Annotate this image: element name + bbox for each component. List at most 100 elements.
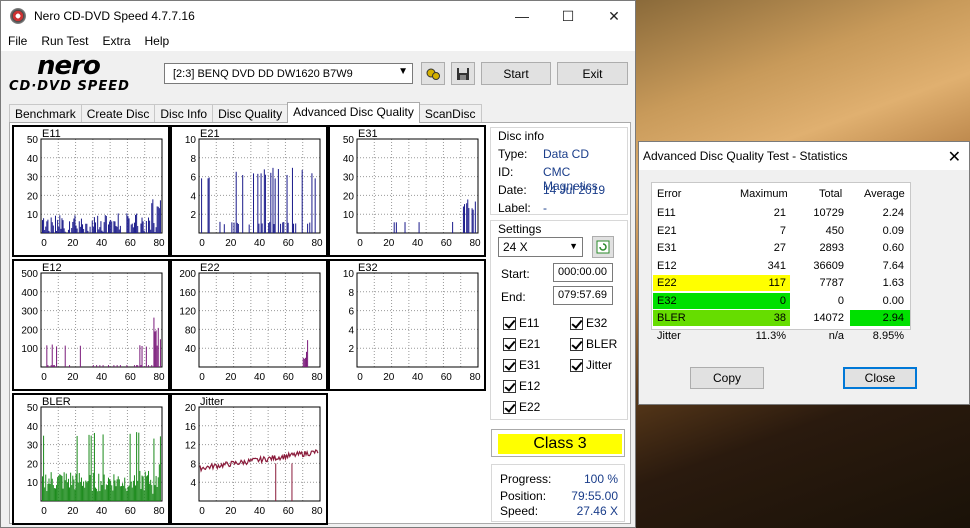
bar	[47, 483, 49, 501]
bar	[306, 351, 308, 367]
bar	[404, 222, 406, 233]
y-tick-label: 50	[27, 135, 39, 146]
bar	[257, 173, 259, 233]
bar	[132, 227, 134, 233]
menu-file[interactable]: File	[1, 34, 34, 48]
cell-avg: 1.63	[882, 277, 904, 289]
bar	[468, 208, 470, 233]
checkbox-jitter[interactable]: Jitter	[570, 358, 612, 372]
bar	[64, 480, 66, 501]
checkbox-e31[interactable]: E31	[503, 358, 540, 372]
menu-extra[interactable]: Extra	[95, 34, 137, 48]
bar	[242, 175, 244, 233]
bar	[119, 225, 121, 233]
checkbox-e32[interactable]: E32	[570, 316, 607, 330]
bar	[93, 217, 95, 233]
bar	[467, 199, 469, 233]
x-tick-label: 0	[199, 506, 205, 517]
bar	[54, 488, 56, 501]
cell-name: Jitter	[657, 329, 681, 342]
bar	[158, 464, 160, 501]
bar	[45, 226, 47, 233]
bar	[307, 340, 309, 367]
bar	[54, 215, 56, 233]
dialog-title: Advanced Disc Quality Test - Statistics	[643, 149, 848, 163]
refresh-button[interactable]	[592, 236, 614, 258]
exit-button[interactable]: Exit	[557, 62, 628, 85]
cell-max: 21	[773, 207, 786, 219]
checkbox-bler[interactable]: BLER	[570, 337, 617, 351]
bar	[295, 223, 297, 233]
bar	[46, 345, 48, 367]
bar	[100, 480, 102, 501]
tab-disc-info[interactable]: Disc Info	[154, 104, 214, 123]
minimize-button[interactable]: —	[499, 1, 545, 31]
start-field[interactable]: 000:00.00	[553, 263, 613, 282]
bar	[73, 479, 75, 501]
chevron-down-icon: ▼	[569, 241, 578, 251]
bar	[111, 221, 113, 233]
bar	[311, 173, 313, 233]
menu-run-test[interactable]: Run Test	[34, 34, 95, 48]
bar	[91, 490, 93, 501]
y-tick-label: 20	[185, 403, 197, 414]
bar	[157, 477, 159, 501]
bar	[145, 476, 147, 501]
bar	[71, 228, 73, 233]
y-tick-label: 2	[190, 210, 196, 221]
bar	[115, 486, 117, 501]
x-tick-label: 80	[311, 506, 323, 517]
bar	[69, 221, 71, 233]
chart-e32: 10 8 6 4 2 0 20 40 60 80 E32	[328, 259, 486, 391]
checkmark-icon	[503, 316, 516, 330]
tab-scandisc[interactable]: ScanDisc	[418, 104, 482, 123]
speed-select[interactable]: 24 X ▼	[498, 237, 583, 257]
cell-total: 10729	[813, 207, 844, 219]
bar	[131, 223, 133, 233]
close-dialog-button[interactable]: Close	[843, 367, 917, 389]
bar	[133, 365, 135, 367]
checkbox-e12[interactable]: E12	[503, 379, 540, 393]
bar	[258, 223, 260, 233]
save-button[interactable]	[451, 62, 475, 85]
bar	[135, 485, 137, 501]
bar	[89, 475, 91, 501]
menu-help[interactable]: Help	[138, 34, 177, 48]
tab-advanced-disc-quality[interactable]: Advanced Disc Quality	[287, 102, 420, 123]
bar	[88, 434, 90, 501]
table-row: E21 7 450 0.09	[652, 223, 912, 240]
bar	[142, 221, 144, 233]
nero-logo: nero CD·DVD SPEED	[9, 51, 130, 94]
checkbox-e21[interactable]: E21	[503, 337, 540, 351]
chart-e12: 500 400 300 200 100 0 20 40 60 80 E12	[12, 259, 170, 391]
bar	[102, 434, 104, 501]
bar	[146, 475, 148, 501]
close-button[interactable]: ✕	[591, 1, 637, 31]
tab-disc-quality[interactable]: Disc Quality	[212, 104, 289, 123]
tab-create-disc[interactable]: Create Disc	[80, 104, 156, 123]
drive-select[interactable]: [2:3] BENQ DVD DD DW1620 B7W9 ▼	[164, 63, 413, 84]
bar	[474, 201, 476, 233]
y-tick-label: 500	[21, 269, 38, 280]
checkbox-e11[interactable]: E11	[503, 316, 539, 330]
y-tick-label: 20	[27, 191, 39, 202]
cell-avg: 2.94	[882, 312, 904, 324]
close-icon[interactable]: ✕	[948, 147, 961, 167]
chart-title: E11	[42, 128, 61, 140]
tab-benchmark[interactable]: Benchmark	[9, 104, 82, 123]
options-button[interactable]	[421, 62, 445, 85]
x-tick-label: 80	[311, 372, 323, 383]
copy-button[interactable]: Copy	[690, 367, 764, 389]
y-tick-label: 80	[185, 325, 197, 336]
maximize-button[interactable]: ☐	[545, 1, 591, 31]
end-field[interactable]: 079:57.69	[553, 286, 613, 305]
bar	[264, 174, 266, 233]
y-tick-label: 50	[343, 135, 355, 146]
bar	[274, 178, 276, 233]
checkbox-e22[interactable]: E22	[503, 400, 540, 414]
start-button[interactable]: Start	[481, 62, 551, 85]
bar	[92, 226, 94, 233]
bar	[78, 221, 80, 233]
bar	[64, 345, 66, 367]
bar	[110, 480, 112, 501]
